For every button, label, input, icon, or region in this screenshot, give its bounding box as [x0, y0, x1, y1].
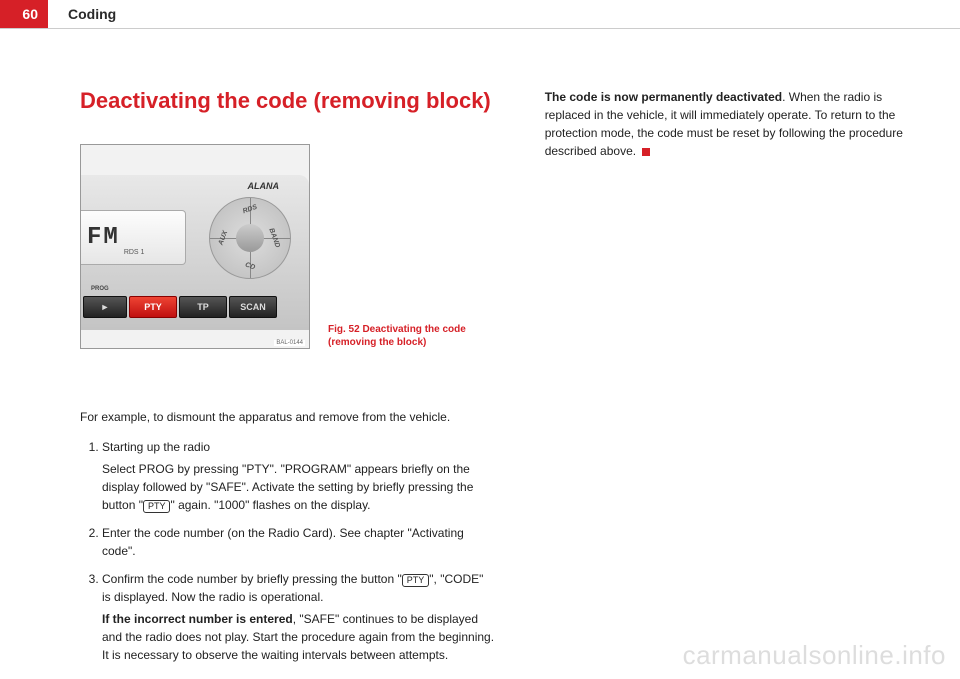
- right-paragraph: The code is now permanently deactivated.…: [545, 88, 910, 160]
- right-column: The code is now permanently deactivated.…: [545, 88, 910, 674]
- header-rule: [0, 28, 960, 29]
- step-1: Starting up the radio Select PROG by pre…: [102, 438, 495, 514]
- step-3-body: If the incorrect number is entered, "SAF…: [102, 610, 495, 664]
- page-header: 60 Coding: [0, 0, 960, 28]
- play-button: ►: [83, 296, 127, 318]
- dpad-cd-label: CD: [244, 261, 256, 271]
- pty-inline-icon: PTY: [143, 500, 171, 513]
- steps-list: Starting up the radio Select PROG by pre…: [80, 438, 495, 664]
- figure-row: ALANA FM RDS 1 RDS BAND CD AUX PRO: [80, 144, 495, 349]
- image-code: BAL-0144: [274, 340, 305, 346]
- pty-button: PTY: [129, 296, 177, 318]
- dpad-center-button: [236, 224, 264, 252]
- section-name: Coding: [68, 6, 116, 22]
- dpad-control: RDS BAND CD AUX: [209, 197, 291, 279]
- scan-button: SCAN: [229, 296, 277, 318]
- pty-inline-icon: PTY: [402, 574, 430, 587]
- figure-caption: Fig. 52 Deactivating the code (removing …: [328, 323, 468, 349]
- intro-text: For example, to dismount the apparatus a…: [80, 409, 495, 426]
- main-heading: Deactivating the code (removing block): [80, 88, 495, 114]
- step-1-title: Starting up the radio: [102, 440, 210, 454]
- radio-button-row: ► PTY TP SCAN: [81, 296, 277, 318]
- end-mark-icon: [642, 148, 650, 156]
- step-3-title: Confirm the code number by briefly press…: [102, 572, 483, 604]
- step-2: Enter the code number (on the Radio Card…: [102, 524, 495, 560]
- content-columns: Deactivating the code (removing block) A…: [0, 28, 960, 674]
- watermark: carmanualsonline.info: [683, 640, 946, 671]
- left-column: Deactivating the code (removing block) A…: [80, 88, 495, 674]
- page-number: 60: [0, 0, 48, 28]
- step-1-body: Select PROG by pressing "PTY". "PROGRAM"…: [102, 460, 495, 514]
- radio-display: FM RDS 1: [81, 210, 186, 265]
- step-2-title: Enter the code number (on the Radio Card…: [102, 526, 464, 558]
- radio-face: ALANA FM RDS 1 RDS BAND CD AUX PRO: [81, 175, 309, 330]
- tp-button: TP: [179, 296, 227, 318]
- radio-brand-label: ALANA: [248, 181, 280, 191]
- prog-label: PROG: [91, 286, 109, 292]
- figure-image: ALANA FM RDS 1 RDS BAND CD AUX PRO: [80, 144, 310, 349]
- step-3: Confirm the code number by briefly press…: [102, 570, 495, 664]
- display-main-text: FM: [87, 224, 120, 251]
- display-sub-text: RDS 1: [124, 249, 145, 256]
